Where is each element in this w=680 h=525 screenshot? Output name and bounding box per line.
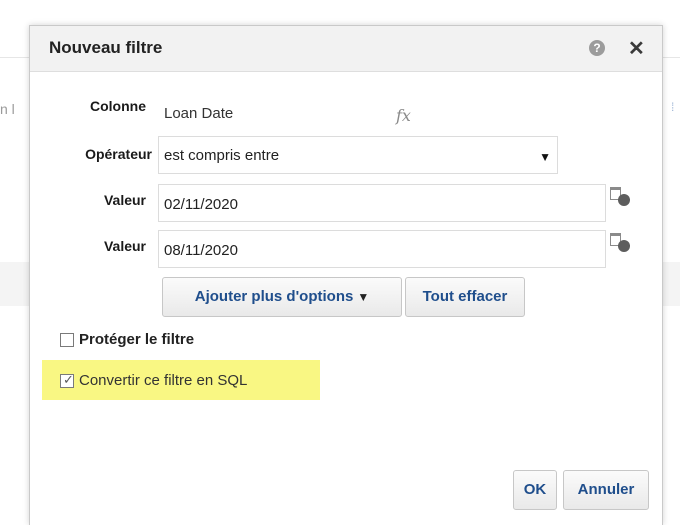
value-label-2: Valeur [103, 238, 146, 254]
clear-all-button[interactable]: Tout effacer [405, 277, 525, 317]
cancel-button[interactable]: Annuler [563, 470, 649, 510]
background-column-label: n l [0, 101, 15, 117]
convert-sql-checkbox[interactable]: ✓ [60, 372, 74, 388]
value-input-2-text: 08/11/2020 [164, 242, 238, 259]
add-more-options-button[interactable]: Ajouter plus d'options ▼ [162, 277, 402, 317]
ok-button[interactable]: OK [513, 470, 557, 510]
chevron-down-icon: ▼ [539, 150, 551, 164]
convert-sql-label: Convertir ce filtre en SQL [79, 372, 248, 389]
operator-label: Opérateur [85, 146, 152, 162]
protect-filter-checkbox[interactable] [60, 333, 74, 347]
value-input-1-text: 02/11/2020 [164, 196, 238, 213]
dialog-title: Nouveau filtre [49, 38, 163, 57]
chevron-down-icon: ▼ [357, 290, 370, 304]
protect-filter-label: Protéger le filtre [79, 331, 195, 348]
operator-select[interactable]: est compris entre ▼ [158, 136, 558, 174]
column-value: Loan Date [164, 105, 234, 122]
value-input-1[interactable]: 02/11/2020 [158, 184, 606, 222]
operator-selected-value: est compris entre [164, 147, 280, 164]
dialog-titlebar: Nouveau filtre ? ✕ [30, 26, 662, 72]
close-icon[interactable]: ✕ [628, 36, 645, 61]
checkmark-icon: ✓ [63, 372, 74, 387]
calendar-clock-icon[interactable] [609, 183, 631, 207]
help-icon[interactable]: ? [589, 40, 605, 56]
fx-icon[interactable]: fx [396, 106, 411, 125]
add-more-options-label: Ajouter plus d'options [194, 288, 354, 305]
calendar-clock-icon[interactable] [609, 229, 631, 253]
column-label: Colonne [90, 98, 146, 114]
background-column-marker: ⁞ [671, 100, 675, 114]
value-label-1: Valeur [103, 192, 146, 208]
value-input-2[interactable]: 08/11/2020 [158, 230, 606, 268]
